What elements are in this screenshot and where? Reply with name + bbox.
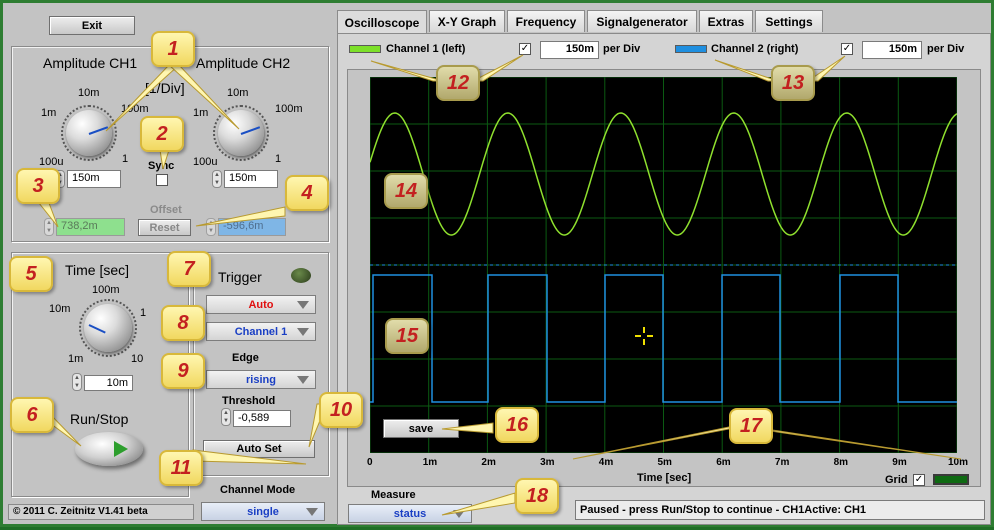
callout-6: 6 — [10, 397, 54, 433]
callout-pointers — [37, 54, 962, 516]
callout-13: 13 — [771, 65, 815, 101]
callout-7: 7 — [167, 251, 211, 287]
callout-9: 9 — [161, 353, 205, 389]
callout-15: 15 — [385, 318, 429, 354]
callout-18: 18 — [515, 478, 559, 514]
callout-10: 10 — [319, 392, 363, 428]
callout-12: 12 — [436, 65, 480, 101]
app-window: Exit Amplitude CH1 Amplitude CH2 [1/Div]… — [0, 0, 994, 527]
callout-3: 3 — [16, 168, 60, 204]
callout-11: 11 — [159, 450, 203, 486]
callout-5: 5 — [9, 256, 53, 292]
callout-8: 8 — [161, 305, 205, 341]
callout-2: 2 — [140, 116, 184, 152]
callout-16: 16 — [495, 407, 539, 443]
callout-4: 4 — [285, 175, 329, 211]
callout-17: 17 — [729, 408, 773, 444]
callout-14: 14 — [384, 173, 428, 209]
callout-1: 1 — [151, 31, 195, 67]
